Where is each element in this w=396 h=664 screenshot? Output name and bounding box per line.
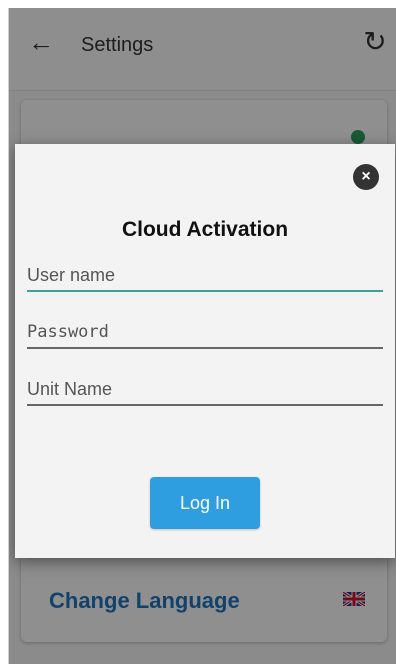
close-icon[interactable]: × [353,164,379,190]
cloud-activation-dialog: × Cloud Activation Log In [15,144,395,558]
username-field[interactable] [27,260,383,292]
app-screen: ← Settings ↻ Change Language × Cloud Act… [8,8,396,664]
password-field[interactable] [27,317,383,349]
dialog-title: Cloud Activation [121,218,289,241]
unit-name-field[interactable] [27,374,383,406]
login-button[interactable]: Log In [150,477,260,529]
